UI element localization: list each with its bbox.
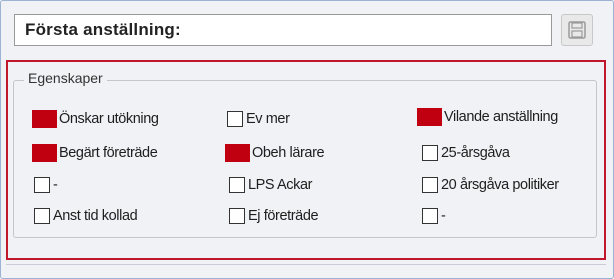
checkbox-box[interactable] — [422, 145, 438, 161]
checkbox-onskar-utokning[interactable]: Önskar utökning — [32, 109, 159, 129]
checkbox-box[interactable] — [229, 208, 245, 224]
checkbox-box[interactable] — [422, 177, 438, 193]
checkbox-box[interactable] — [227, 111, 243, 127]
save-icon — [568, 21, 586, 39]
checkbox-label: 20 årsgåva politiker — [441, 177, 559, 193]
checkbox-25-arsgava[interactable]: 25-årsgåva — [422, 143, 510, 163]
checkbox-dash-1[interactable]: - — [34, 175, 58, 195]
checkbox-label: - — [441, 208, 446, 224]
checkbox-label: Ev mer — [246, 111, 290, 127]
checkbox-label: Ej företräde — [248, 208, 319, 224]
checkbox-dash-2[interactable]: - — [422, 206, 446, 226]
checkbox-box[interactable] — [32, 144, 57, 162]
checkbox-label: LPS Ackar — [248, 177, 313, 193]
checkbox-label: Vilande anställning — [444, 109, 558, 125]
checkbox-ej-foretrade[interactable]: Ej företräde — [229, 206, 319, 226]
properties-title: Egenskaper — [24, 70, 107, 86]
checkbox-20-arsgava-politiker[interactable]: 20 årsgåva politiker — [422, 175, 559, 195]
checkbox-begart-foretrade[interactable]: Begärt företräde — [32, 143, 158, 163]
checkbox-ev-mer[interactable]: Ev mer — [227, 109, 290, 129]
checkbox-lps-ackar[interactable]: LPS Ackar — [229, 175, 313, 195]
checkbox-label: Begärt företräde — [59, 145, 158, 161]
checkbox-anst-tid-kollad[interactable]: Anst tid kollad — [34, 206, 138, 226]
checkbox-obeh-larare[interactable]: Obeh lärare — [225, 143, 325, 163]
first-employment-label: Första anställning: — [25, 20, 181, 39]
checkbox-box[interactable] — [32, 110, 57, 128]
checkbox-box[interactable] — [34, 208, 50, 224]
checkbox-box[interactable] — [417, 108, 442, 126]
divider — [6, 264, 606, 265]
checkbox-label: Obeh lärare — [252, 145, 325, 161]
checkbox-box[interactable] — [229, 177, 245, 193]
checkbox-vilande-anstallning[interactable]: Vilande anställning — [417, 107, 558, 127]
checkbox-box[interactable] — [422, 208, 438, 224]
checkbox-label: Anst tid kollad — [53, 208, 138, 224]
checkbox-box[interactable] — [34, 177, 50, 193]
first-employment-field[interactable]: Första anställning: — [14, 14, 552, 46]
checkbox-label: Önskar utökning — [59, 111, 159, 127]
save-button[interactable] — [561, 14, 593, 46]
checkbox-label: 25-årsgåva — [441, 145, 510, 161]
checkbox-label: - — [53, 177, 58, 193]
checkbox-box[interactable] — [225, 144, 250, 162]
